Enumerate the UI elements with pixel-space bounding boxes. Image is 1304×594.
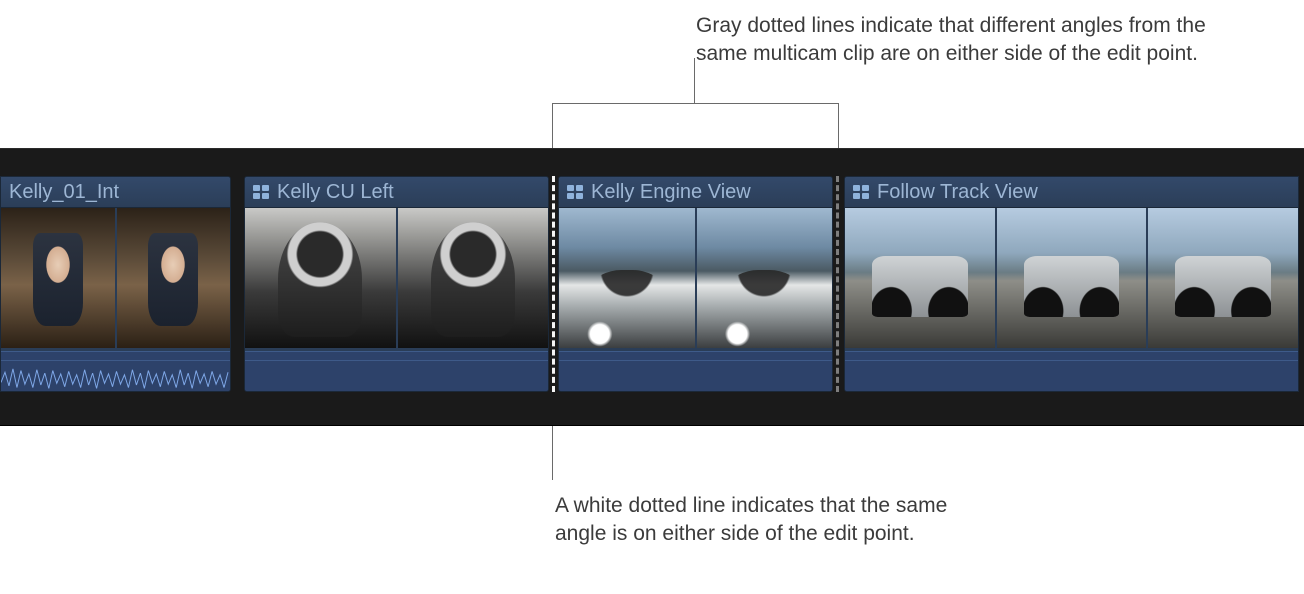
multicam-icon [853,185,869,199]
leader-line [552,103,838,104]
clip-thumbnails [845,208,1298,348]
leader-line [838,103,839,148]
callout-white-dotted: A white dotted line indicates that the s… [555,492,955,549]
clip-title-bar: Kelly_01_Int [1,177,230,208]
multicam-icon [253,185,269,199]
timeline-clip[interactable]: Follow Track View [844,176,1299,392]
clip-thumbnails [245,208,548,348]
thumbnail [845,208,995,348]
clip-audio-lane [1,351,230,391]
leader-line [694,58,695,103]
thumbnail [117,208,231,348]
clip-name-label: Kelly_01_Int [9,177,119,207]
timeline-clip[interactable]: Kelly CU Left [244,176,549,392]
thumbnail [559,208,695,348]
timeline-clip[interactable]: Kelly Engine View [558,176,833,392]
leader-line [552,425,553,480]
clip-name-label: Kelly CU Left [277,177,394,207]
thumbnail [398,208,549,348]
thumbnail [997,208,1147,348]
multicam-icon [567,185,583,199]
edit-point-different-angle[interactable] [836,176,839,392]
timeline-clip[interactable]: Kelly_01_Int [0,176,231,392]
thumbnail [1,208,115,348]
clip-name-label: Kelly Engine View [591,177,751,207]
clip-title-bar: Kelly Engine View [559,177,832,208]
clip-name-label: Follow Track View [877,177,1038,207]
thumbnail [245,208,396,348]
leader-line [552,103,553,148]
thumbnail [1148,208,1298,348]
callout-gray-dotted: Gray dotted lines indicate that differen… [696,12,1256,69]
clip-audio-lane [845,351,1298,391]
clip-audio-lane [245,351,548,391]
clip-thumbnails [1,208,230,348]
clip-title-bar: Follow Track View [845,177,1298,208]
clip-audio-lane [559,351,832,391]
audio-waveform [1,362,230,391]
thumbnail [697,208,833,348]
clip-thumbnails [559,208,832,348]
edit-point-same-angle[interactable] [552,176,555,392]
timeline[interactable]: Kelly_01_Int Kelly CU Left [0,148,1304,426]
clip-title-bar: Kelly CU Left [245,177,548,208]
